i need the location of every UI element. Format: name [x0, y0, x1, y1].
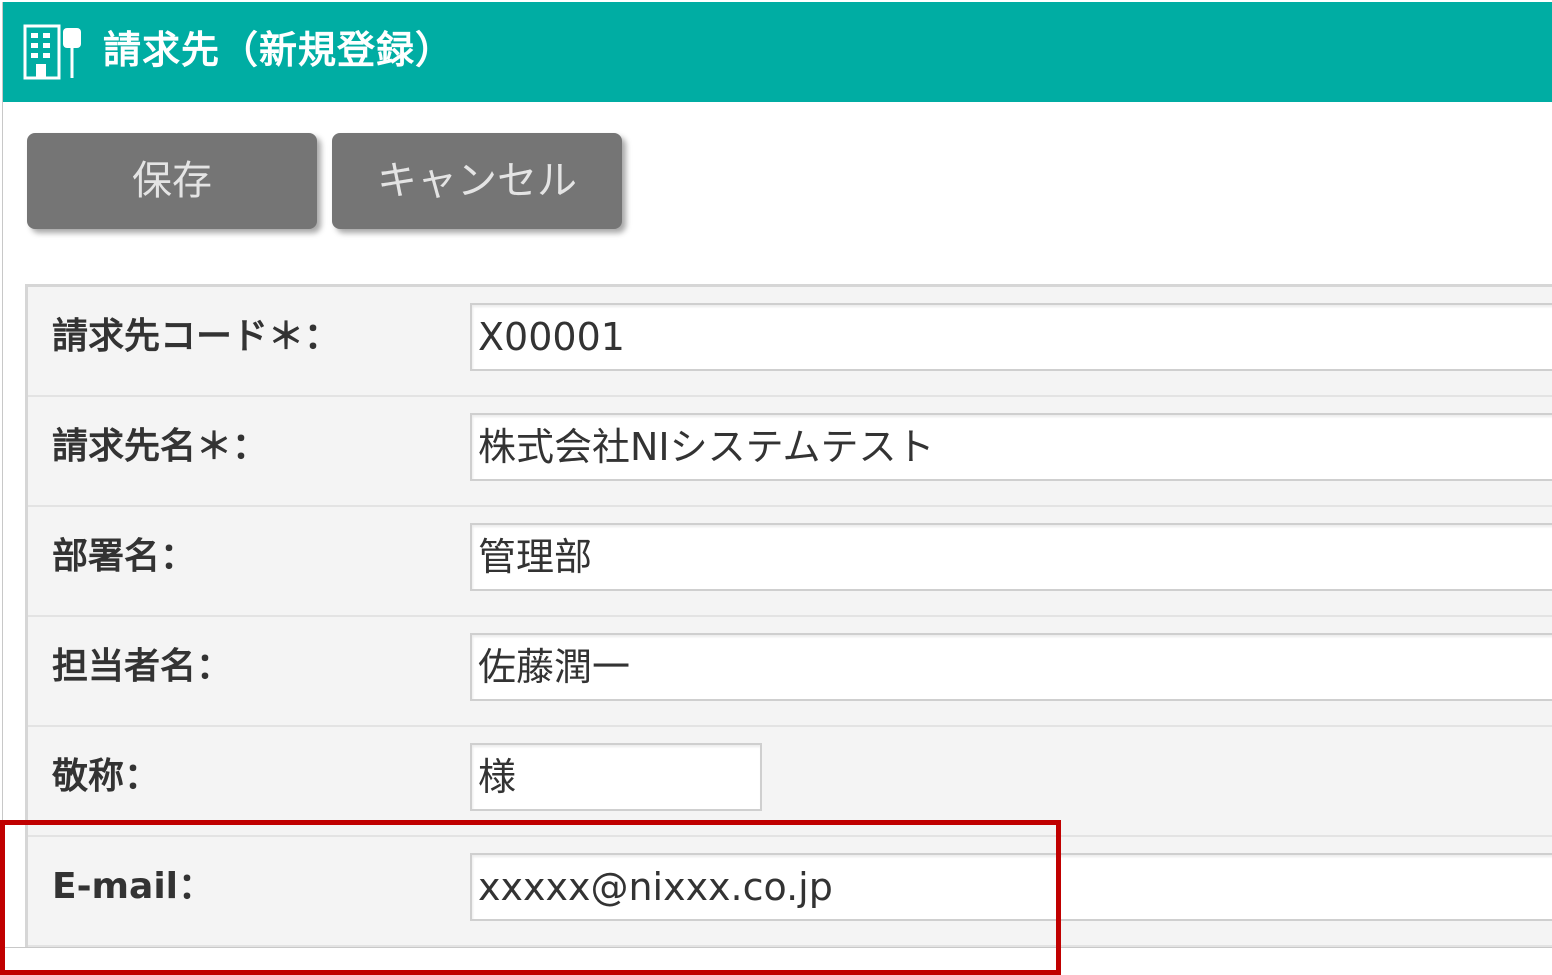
department-input[interactable]: 管理部	[470, 523, 1552, 591]
field-row-code: 請求先コード＊： X00001	[28, 287, 1552, 397]
page-header: 請求先（新規登録）	[3, 2, 1552, 102]
field-label-code: 請求先コード＊：	[52, 316, 341, 357]
honorific-input[interactable]: 様	[470, 743, 762, 811]
email-input[interactable]: xxxxx@nixxx.co.jp	[470, 853, 1552, 921]
cancel-button[interactable]: キャンセル	[332, 133, 622, 229]
email-row: E-mail： xxxxx@nixxx.co.jp	[28, 837, 1552, 947]
field-label-department: 部署名：	[52, 536, 197, 577]
field-label-contact: 担当者名：	[52, 646, 233, 687]
code-input[interactable]: X00001	[470, 303, 1552, 371]
field-label-name: 請求先名＊：	[52, 426, 269, 467]
field-row-honorific: 敬称： 様	[28, 727, 1552, 837]
save-button[interactable]: 保存	[27, 133, 317, 229]
contact-name-input[interactable]: 佐藤潤一	[470, 633, 1552, 701]
building-icon	[23, 24, 81, 80]
field-row-contact: 担当者名： 佐藤潤一	[28, 617, 1552, 727]
name-input[interactable]: 株式会社NIシステムテスト	[470, 413, 1552, 481]
field-label-email: E-mail：	[52, 866, 215, 907]
billing-form: 請求先コード＊： X00001 請求先名＊： 株式会社NIシステムテスト 部署名…	[25, 284, 1552, 947]
field-row-department: 部署名： 管理部	[28, 507, 1552, 617]
field-label-honorific: 敬称：	[52, 756, 161, 797]
window-frame: 請求先（新規登録） 保存 キャンセル 請求先コード＊： X00001 請求先名＊…	[2, 2, 1552, 948]
page-title: 請求先（新規登録）	[103, 28, 455, 72]
field-row-name: 請求先名＊： 株式会社NIシステムテスト	[28, 397, 1552, 507]
